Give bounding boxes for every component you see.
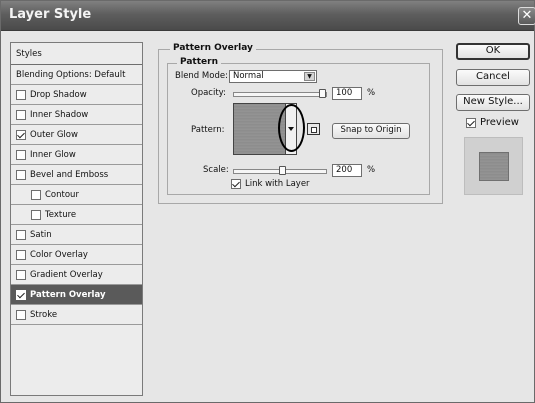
checkbox[interactable] <box>16 249 26 260</box>
style-item-label: Contour <box>45 189 79 200</box>
style-item-drop-shadow[interactable]: Drop Shadow <box>11 85 142 105</box>
styles-header[interactable]: Styles <box>11 43 142 65</box>
style-item-label: Inner Glow <box>30 149 76 160</box>
styles-list: Styles Blending Options: Default Drop Sh… <box>10 42 143 396</box>
style-item-inner-shadow[interactable]: Inner Shadow <box>11 105 142 125</box>
ok-label: OK <box>485 45 501 56</box>
checkbox[interactable] <box>16 149 26 160</box>
new-style-label: New Style... <box>463 96 523 107</box>
blend-mode-select[interactable]: Normal ▼ <box>229 70 317 83</box>
scale-unit: % <box>367 165 376 175</box>
style-item-label: Stroke <box>30 309 58 320</box>
style-item-label: Inner Shadow <box>30 109 89 120</box>
highlight-circle <box>278 104 305 152</box>
style-item-texture[interactable]: Texture <box>11 205 142 225</box>
checkbox[interactable] <box>16 309 26 320</box>
chevron-down-icon: ▼ <box>304 72 315 81</box>
checkbox[interactable] <box>16 269 26 280</box>
style-item-label: Color Overlay <box>30 249 88 260</box>
scale-input[interactable]: 200 <box>332 164 362 177</box>
checkbox[interactable] <box>16 109 26 120</box>
preview-row[interactable]: Preview <box>466 117 519 128</box>
style-item-pattern-overlay[interactable]: Pattern Overlay <box>11 285 142 305</box>
style-item-label: Satin <box>30 229 52 240</box>
preview-pattern-swatch <box>479 152 509 181</box>
style-item-label: Texture <box>45 209 77 220</box>
close-icon[interactable]: ✕ <box>518 7 535 25</box>
blend-mode-label: Blend Mode: <box>175 71 228 81</box>
snap-to-origin-button[interactable]: Snap to Origin <box>332 123 410 139</box>
opacity-unit: % <box>367 88 376 98</box>
blend-mode-value: Normal <box>233 71 264 81</box>
style-item-color-overlay[interactable]: Color Overlay <box>11 245 142 265</box>
scale-slider-thumb[interactable] <box>279 166 286 175</box>
opacity-slider-thumb[interactable] <box>319 89 326 98</box>
preview-label: Preview <box>480 117 519 128</box>
checkbox[interactable] <box>16 169 26 180</box>
style-preview-thumbnail <box>464 137 523 195</box>
blending-options-label: Blending Options: Default <box>16 69 126 80</box>
style-item-stroke[interactable]: Stroke <box>11 305 142 325</box>
checkbox-checked[interactable] <box>16 129 26 140</box>
styles-header-label: Styles <box>16 48 42 59</box>
snap-to-origin-label: Snap to Origin <box>340 125 402 135</box>
title-bar[interactable]: Layer Style ✕ <box>1 1 535 31</box>
style-item-label: Drop Shadow <box>30 89 87 100</box>
style-item-gradient-overlay[interactable]: Gradient Overlay <box>11 265 142 285</box>
style-item-label: Bevel and Emboss <box>30 169 109 180</box>
new-preset-icon[interactable] <box>307 123 320 135</box>
link-with-layer-label: Link with Layer <box>245 179 310 189</box>
style-item-label: Outer Glow <box>30 129 78 140</box>
group-title: Pattern Overlay <box>170 43 256 53</box>
subgroup-title: Pattern <box>177 57 221 67</box>
checkbox[interactable] <box>31 189 41 200</box>
cancel-button[interactable]: Cancel <box>456 69 530 86</box>
checkbox[interactable] <box>31 209 41 220</box>
style-item-label: Gradient Overlay <box>30 269 103 280</box>
checkbox-checked[interactable] <box>16 289 26 300</box>
pattern-label: Pattern: <box>191 125 225 135</box>
style-item-label: Pattern Overlay <box>30 289 106 300</box>
layer-style-dialog: Layer Style ✕ Styles Blending Options: D… <box>0 0 535 403</box>
link-with-layer-row[interactable]: Link with Layer <box>231 179 310 189</box>
checkbox[interactable] <box>16 89 26 100</box>
new-style-button[interactable]: New Style... <box>456 94 530 111</box>
cancel-label: Cancel <box>476 71 510 82</box>
window-title: Layer Style <box>9 7 92 22</box>
style-item-bevel-emboss[interactable]: Bevel and Emboss <box>11 165 142 185</box>
opacity-slider[interactable] <box>233 92 327 97</box>
style-item-outer-glow[interactable]: Outer Glow <box>11 125 142 145</box>
preview-checkbox[interactable] <box>466 117 476 128</box>
opacity-input[interactable]: 100 <box>332 87 362 100</box>
scale-label: Scale: <box>203 165 229 175</box>
style-item-contour[interactable]: Contour <box>11 185 142 205</box>
style-item-satin[interactable]: Satin <box>11 225 142 245</box>
ok-button[interactable]: OK <box>456 43 530 60</box>
style-item-inner-glow[interactable]: Inner Glow <box>11 145 142 165</box>
link-with-layer-checkbox[interactable] <box>231 179 241 189</box>
opacity-label: Opacity: <box>191 88 226 98</box>
checkbox[interactable] <box>16 229 26 240</box>
blending-options-item[interactable]: Blending Options: Default <box>11 65 142 85</box>
